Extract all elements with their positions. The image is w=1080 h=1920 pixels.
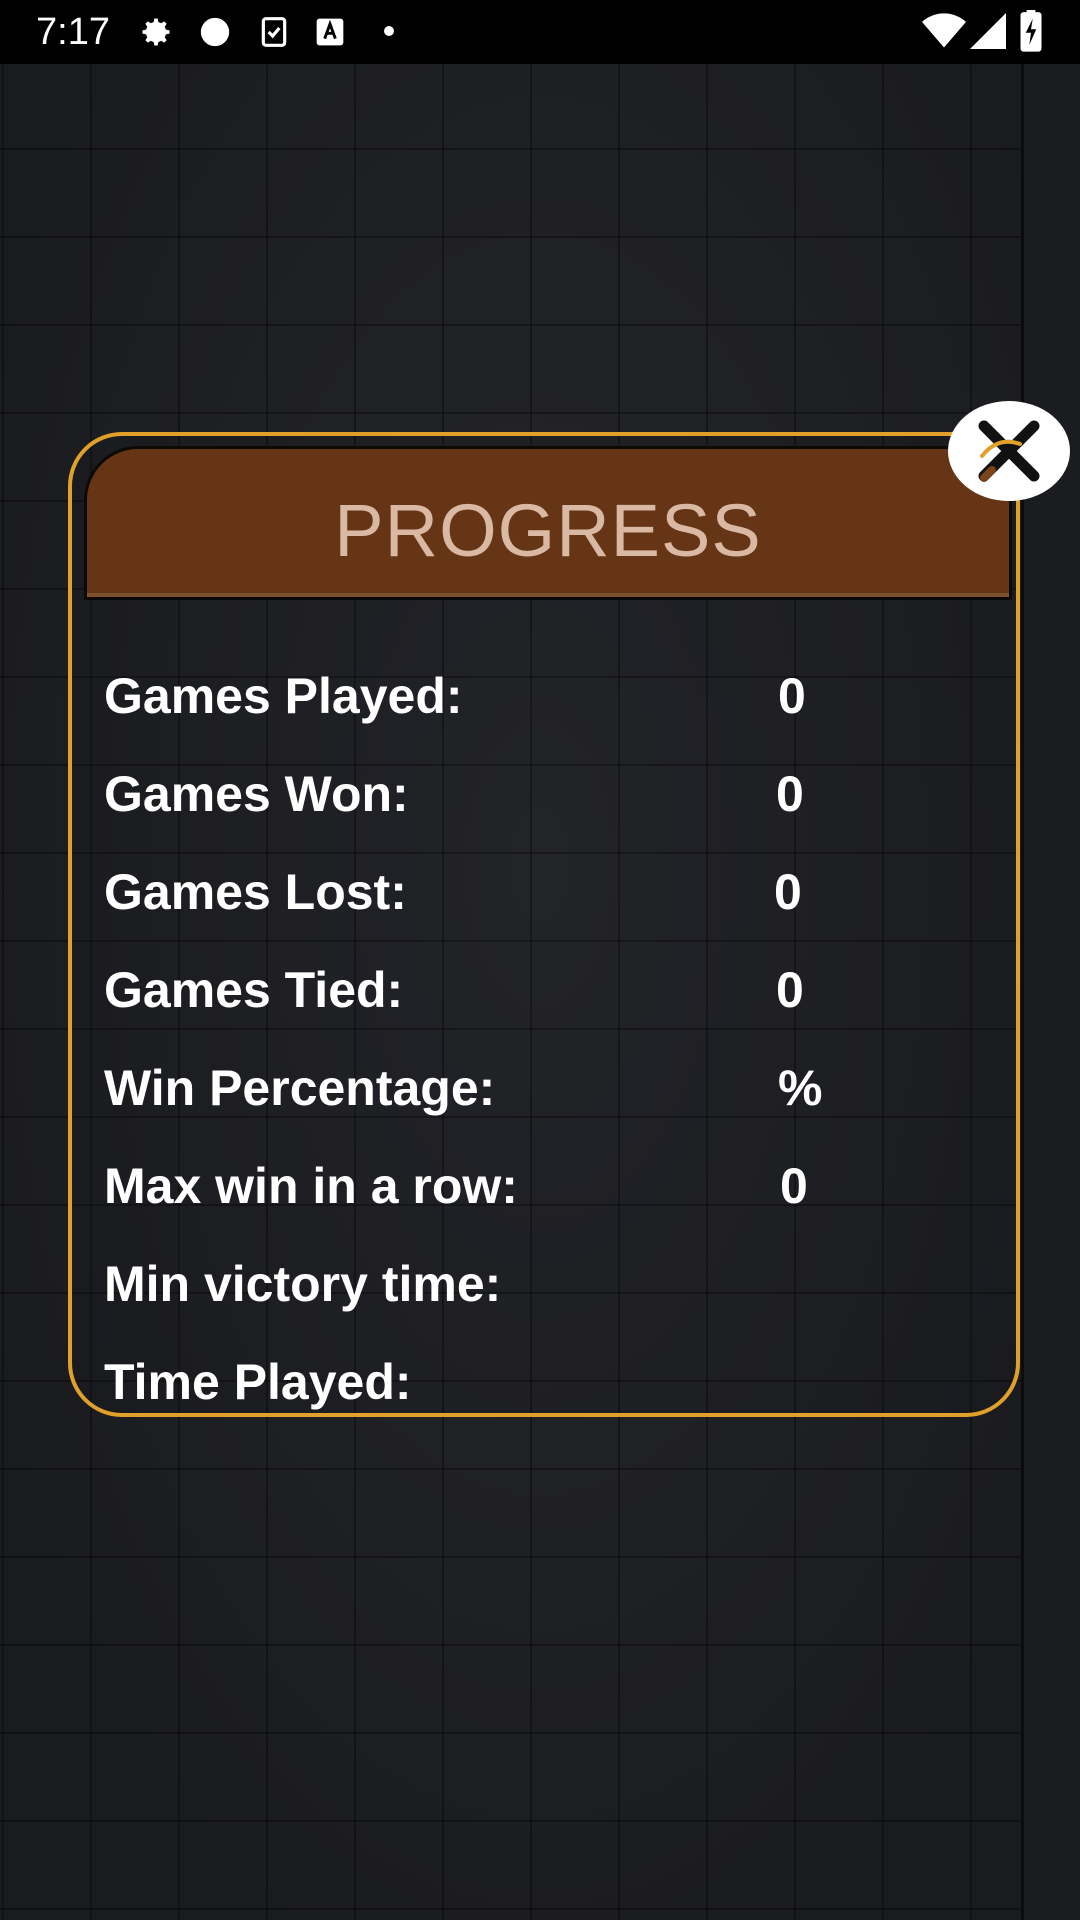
stat-value: 0 — [776, 766, 804, 822]
font-a-icon — [314, 14, 346, 55]
stat-row-games-won: Games Won: 0 — [104, 759, 984, 829]
stat-label: Time Played: — [104, 1354, 412, 1410]
stat-row-games-played: Games Played: 0 — [104, 661, 984, 731]
close-x-icon — [976, 418, 1042, 489]
dialog-header: PROGRESS — [84, 446, 1012, 600]
dot-icon — [382, 24, 396, 43]
signal-icon — [970, 12, 1006, 55]
dialog-title: PROGRESS — [334, 489, 762, 572]
stat-label: Games Lost: — [104, 864, 407, 920]
stat-row-time-played: Time Played: — [104, 1347, 984, 1417]
stat-value: 0 — [778, 668, 806, 724]
stat-label: Win Percentage: — [104, 1060, 496, 1116]
stat-row-win-percentage: Win Percentage: % — [104, 1053, 984, 1123]
stat-label: Max win in a row: — [104, 1158, 518, 1214]
status-bar: 7:17 — [0, 0, 1080, 64]
close-button[interactable] — [948, 401, 1070, 501]
gear-icon — [138, 14, 174, 55]
stat-row-games-tied: Games Tied: 0 — [104, 955, 984, 1025]
stat-value: 0 — [776, 962, 804, 1018]
wifi-icon — [922, 12, 966, 55]
stat-row-max-win-streak: Max win in a row: 0 — [104, 1151, 984, 1221]
game-screen: 7:17 PROGRESS Games Played: 0 Games Won:… — [0, 0, 1080, 1920]
stat-label: Games Tied: — [104, 962, 404, 1018]
stat-value: 0 — [780, 1158, 808, 1214]
status-time: 7:17 — [36, 11, 110, 53]
circle-icon — [198, 14, 232, 55]
stat-value: % — [778, 1060, 823, 1116]
stat-row-min-victory-time: Min victory time: — [104, 1249, 984, 1319]
stat-row-games-lost: Games Lost: 0 — [104, 857, 984, 927]
stat-value: 0 — [774, 864, 802, 920]
progress-dialog: PROGRESS Games Played: 0 Games Won: 0 Ga… — [68, 432, 1020, 1417]
stat-label: Min victory time: — [104, 1256, 502, 1312]
clipboard-check-icon — [258, 14, 290, 55]
stat-label: Games Played: — [104, 668, 463, 724]
battery-charging-icon — [1020, 10, 1042, 57]
side-panel-edge — [1021, 64, 1080, 1920]
stat-label: Games Won: — [104, 766, 409, 822]
